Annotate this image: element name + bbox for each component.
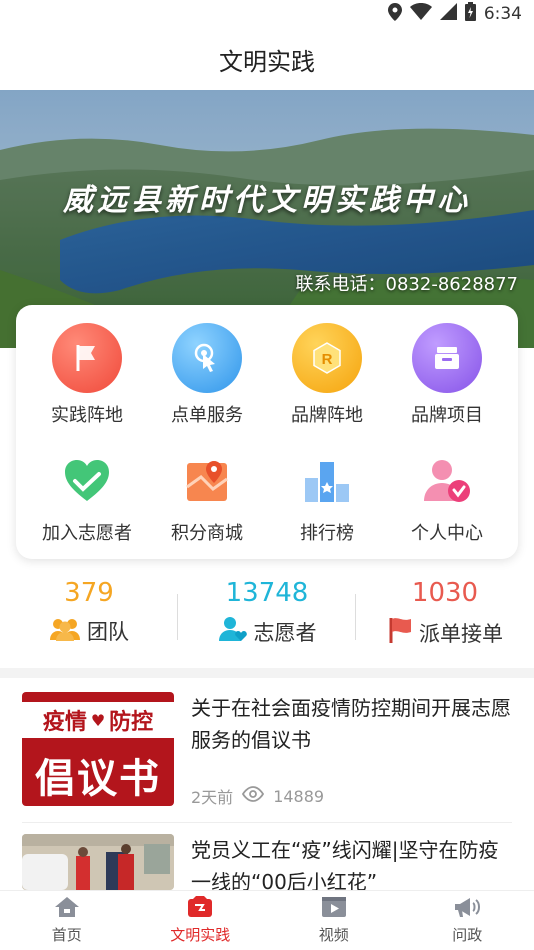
map-mall-icon bbox=[177, 451, 237, 511]
stat-value: 13748 bbox=[225, 578, 309, 608]
banner-phone[interactable]: 联系电话：0832-8628877 bbox=[296, 270, 518, 296]
nav-label: 视频 bbox=[318, 926, 349, 944]
stat-label: 志愿者 bbox=[253, 620, 317, 645]
news-item[interactable]: 疫情 ♥ 防控 倡议书 关于在社会面疫情防控期间开展志愿服务的倡议书 2天前 1… bbox=[22, 692, 512, 812]
menu-item-ranking[interactable]: 排行榜 bbox=[267, 451, 387, 545]
nav-item-video[interactable]: 视频 bbox=[267, 891, 401, 950]
menu-item-points-mall[interactable]: 积分商城 bbox=[147, 451, 267, 545]
menu-label: 排行榜 bbox=[300, 523, 354, 544]
banner-title: 威远县新时代文明实践中心 bbox=[63, 183, 471, 218]
menu-label: 个人中心 bbox=[411, 523, 483, 544]
heart-icon: ♥ bbox=[90, 710, 106, 730]
news-item[interactable]: 党员义工在“疫”线闪耀|坚守在防疫一线的“00后小红花” bbox=[22, 834, 512, 894]
nav-label: 问政 bbox=[452, 926, 483, 944]
nav-item-politics[interactable]: 问政 bbox=[401, 891, 534, 950]
signal-icon bbox=[439, 3, 457, 25]
stat-value: 379 bbox=[64, 578, 114, 608]
app-screen: 6:34 文明实践 威远县新时代文明实践中心 联系电话：0832-8628877… bbox=[0, 0, 534, 950]
menu-item-personal-center[interactable]: 个人中心 bbox=[387, 451, 507, 545]
brand-r-icon: R bbox=[292, 323, 362, 393]
flag-icon bbox=[52, 323, 122, 393]
menu-label: 点单服务 bbox=[171, 405, 243, 426]
team-icon bbox=[49, 617, 81, 646]
battery-icon bbox=[464, 2, 476, 26]
status-time: 6:34 bbox=[483, 4, 522, 24]
news-thumbnail: 疫情 ♥ 防控 倡议书 bbox=[22, 692, 174, 806]
stat-label: 派单接单 bbox=[419, 621, 503, 646]
menu-item-brand-project[interactable]: 品牌项目 bbox=[387, 323, 507, 427]
user-check-icon bbox=[417, 451, 477, 511]
menu-label: 实践阵地 bbox=[51, 405, 123, 426]
practice-icon bbox=[187, 896, 213, 922]
news-meta: 2天前 14889 bbox=[191, 784, 324, 808]
stat-value: 1030 bbox=[411, 578, 479, 608]
page-title: 文明实践 bbox=[219, 47, 315, 76]
divider bbox=[355, 594, 356, 640]
divider bbox=[22, 822, 512, 823]
inbox-icon bbox=[412, 323, 482, 393]
nav-item-home[interactable]: 首页 bbox=[0, 891, 134, 950]
wifi-icon bbox=[409, 3, 432, 25]
menu-item-order-service[interactable]: 点单服务 bbox=[147, 323, 267, 427]
status-bar: 6:34 bbox=[0, 0, 534, 28]
stat-label: 团队 bbox=[87, 620, 129, 644]
thumb-text: 防控 bbox=[109, 710, 154, 735]
page-header: 文明实践 bbox=[0, 28, 534, 90]
heart-hand-icon bbox=[57, 451, 117, 511]
thumb-text: 倡议书 bbox=[35, 756, 161, 802]
menu-item-practice-base[interactable]: 实践阵地 bbox=[27, 323, 147, 427]
thumb-text: 疫情 bbox=[42, 710, 87, 735]
news-time: 2天前 bbox=[191, 788, 234, 807]
stat-team[interactable]: 379 团队 bbox=[0, 572, 178, 664]
svg-text:R: R bbox=[322, 351, 333, 368]
red-flag-icon bbox=[387, 616, 413, 649]
ranking-icon bbox=[297, 451, 357, 511]
tap-icon bbox=[172, 323, 242, 393]
divider bbox=[177, 594, 178, 640]
eye-icon bbox=[241, 786, 265, 806]
menu-label: 加入志愿者 bbox=[42, 523, 132, 544]
bottom-nav: 首页 文明实践 视频 问政 bbox=[0, 890, 534, 950]
menu-item-brand-base[interactable]: R 品牌阵地 bbox=[267, 323, 387, 427]
news-views: 14889 bbox=[273, 786, 325, 806]
menu-item-join-volunteer[interactable]: 加入志愿者 bbox=[27, 451, 147, 545]
menu-label: 积分商城 bbox=[171, 523, 243, 544]
megaphone-icon bbox=[453, 896, 481, 922]
news-title: 关于在社会面疫情防控期间开展志愿服务的倡议书 bbox=[191, 696, 511, 752]
service-menu-card: 实践阵地 点单服务 R 品牌阵地 品牌项目 加入志愿者 积分商城 排行榜 个人中… bbox=[16, 305, 518, 559]
video-icon bbox=[321, 896, 347, 922]
volunteer-icon bbox=[218, 616, 248, 647]
news-title: 党员义工在“疫”线闪耀|坚守在防疫一线的“00后小红花” bbox=[191, 838, 499, 894]
stats-bar: 379 团队 13748 志愿者 1030 派单接单 bbox=[0, 572, 534, 664]
stat-volunteer[interactable]: 13748 志愿者 bbox=[178, 572, 356, 664]
section-divider bbox=[0, 668, 534, 678]
nav-item-practice[interactable]: 文明实践 bbox=[134, 891, 268, 950]
stat-dispatch[interactable]: 1030 派单接单 bbox=[356, 572, 534, 664]
nav-label: 文明实践 bbox=[170, 926, 231, 944]
menu-label: 品牌阵地 bbox=[291, 405, 363, 426]
news-thumbnail bbox=[22, 834, 174, 890]
location-icon bbox=[387, 2, 402, 26]
nav-label: 首页 bbox=[51, 926, 82, 944]
menu-label: 品牌项目 bbox=[411, 405, 483, 426]
home-icon bbox=[54, 896, 80, 922]
